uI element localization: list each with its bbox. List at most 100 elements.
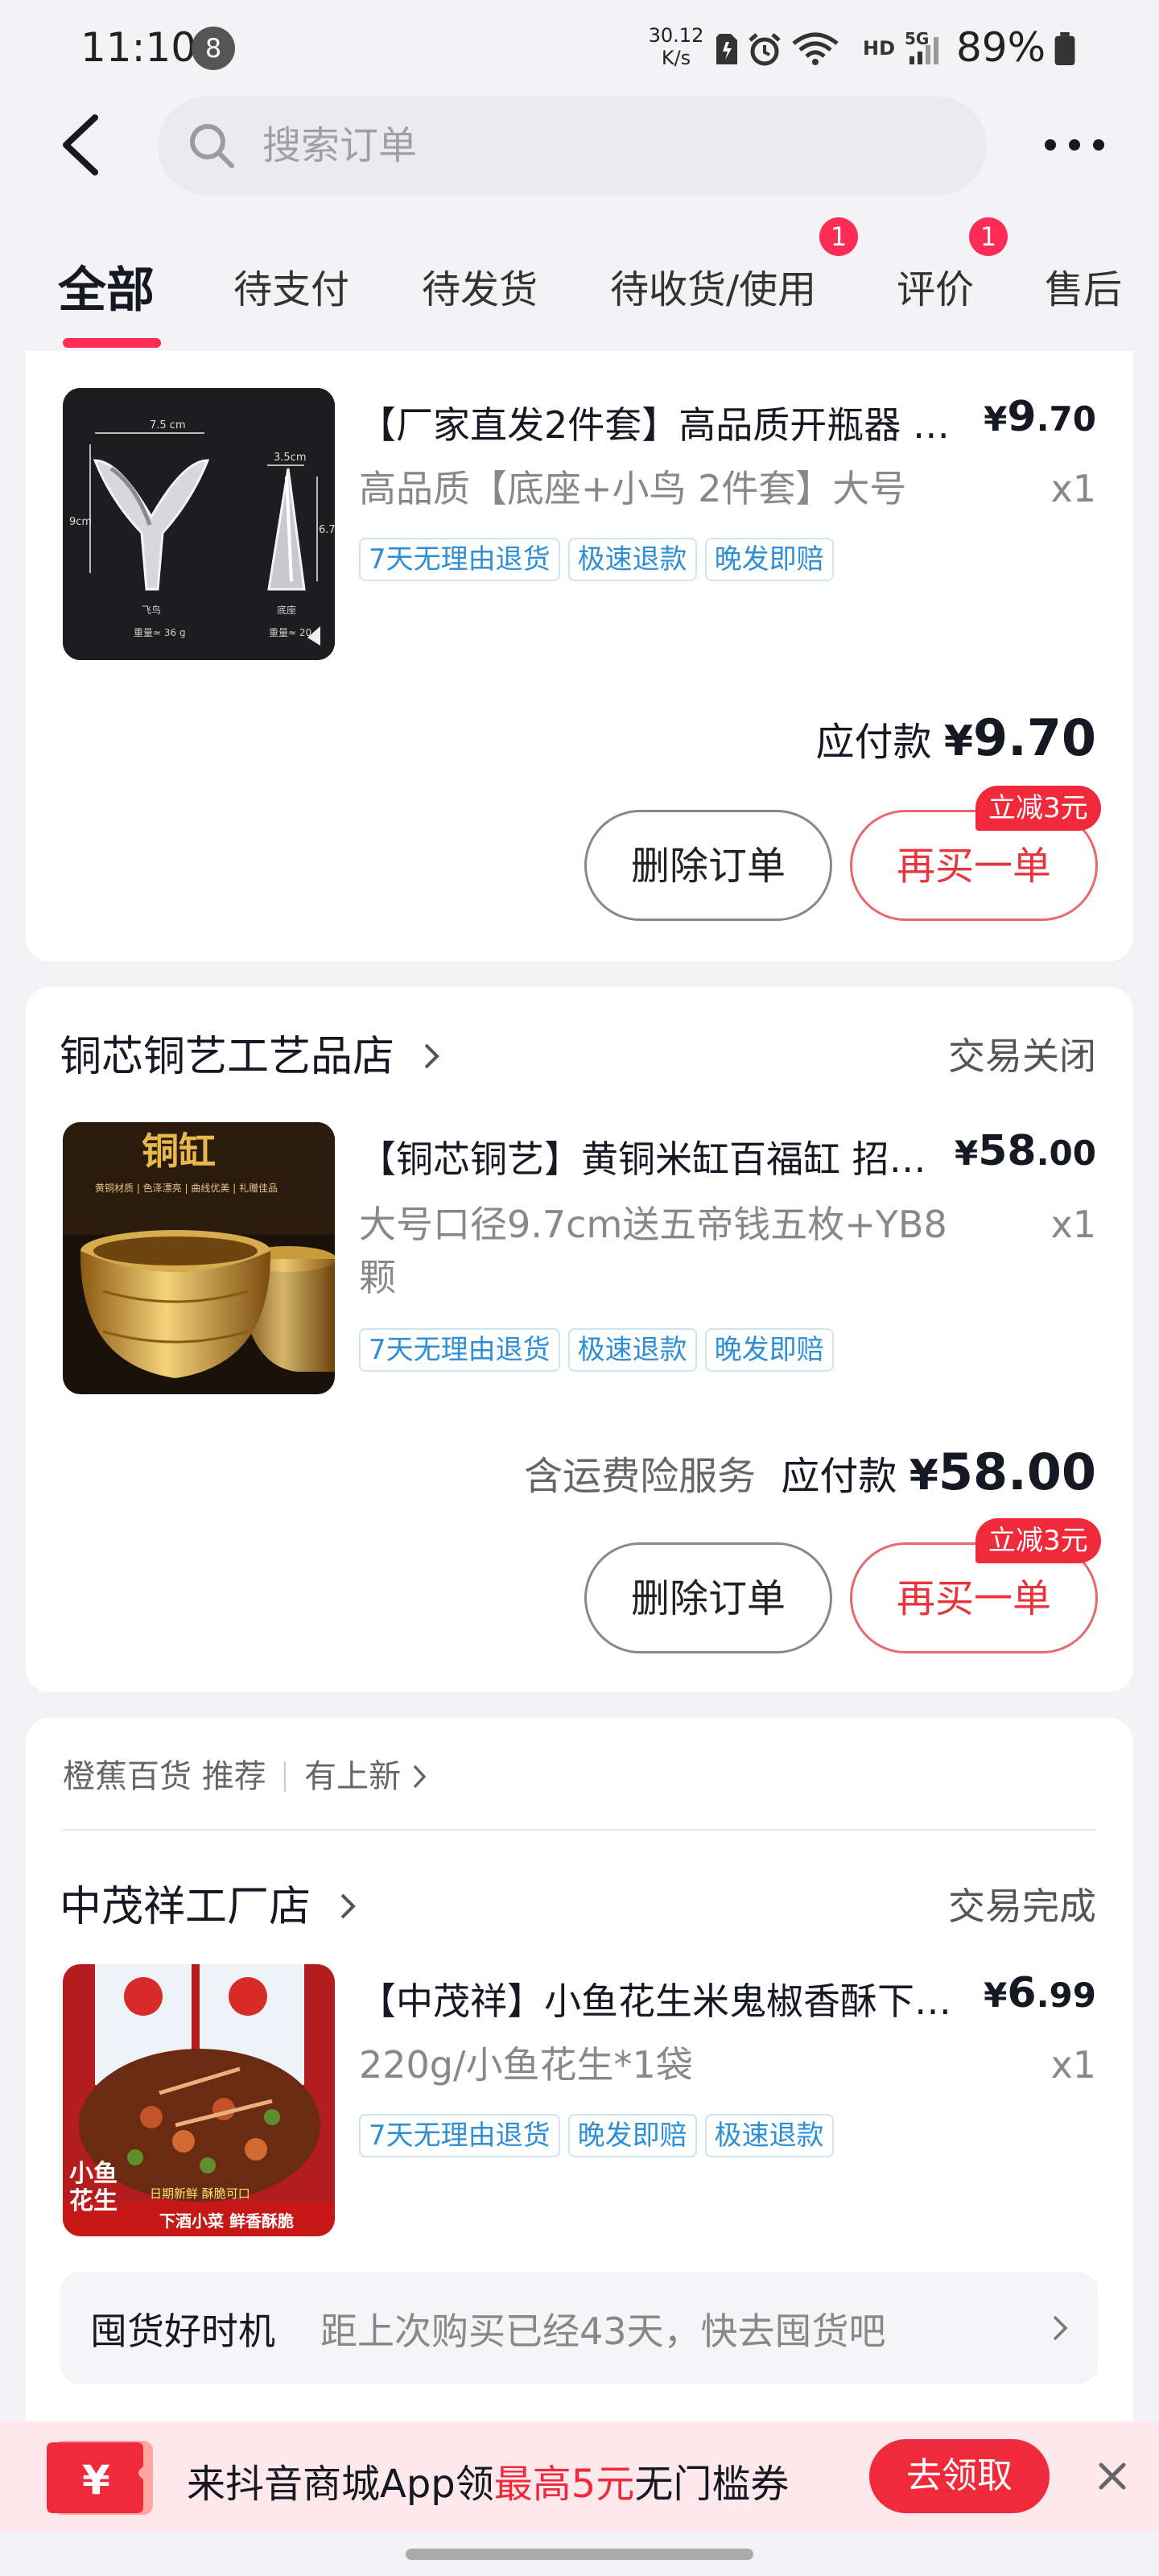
coupon-symbol: ¥ [82, 2457, 110, 2504]
payable-amount: ¥58.00 [909, 1443, 1096, 1501]
product-thumbnail[interactable]: 7.5 cm 3.5cm 9cm 6.7cm 飞鸟 底座 重量≈ 36 g 重量… [63, 388, 335, 660]
service-tag: 极速退款 [704, 2114, 834, 2157]
product-title[interactable]: 【铜芯铜艺】黄铜米缸百福缸 招财摆件 [359, 1130, 955, 1183]
chevron-right-icon [1053, 2315, 1068, 2341]
product-spec: 高品质【底座+小鸟 2件套】大号 [359, 467, 907, 510]
status-bar: 11:10 8 30.12 K/s HD 5G 89% [0, 0, 1159, 97]
tab-pending-shipment[interactable]: 待发货 [422, 258, 538, 314]
tab-pending-payment[interactable]: 待支付 [233, 258, 349, 314]
order-card: 铜芯铜艺工艺品店 交易关闭 铜缸 黄铜材质 | 色泽漂亮 | 曲线优美 | 礼赠… [26, 987, 1133, 1692]
product-price: ¥58.00 [955, 1127, 1096, 1175]
service-tags: 7天无理由退货 晚发即赔 极速退款 [359, 2114, 834, 2157]
signal-icon [909, 37, 938, 64]
delete-order-button[interactable]: 删除订单 [584, 1542, 832, 1653]
product-quantity: x1 [1050, 467, 1097, 510]
currency-symbol: ¥ [984, 399, 1008, 439]
payable-value: 58.00 [938, 1443, 1096, 1501]
payable-amount: ¥9.70 [944, 708, 1096, 767]
close-icon[interactable] [1093, 2457, 1132, 2496]
service-tag: 极速退款 [567, 538, 697, 581]
service-tag: 极速退款 [567, 1328, 697, 1372]
thumb-dim-base-height: 6.7cm [319, 524, 335, 536]
coupon-icon: ¥ [47, 2441, 153, 2515]
search-bar[interactable] [158, 97, 987, 195]
product-title[interactable]: 【中茂祥】小鱼花生米鬼椒香酥下酒小菜 [359, 1972, 979, 2025]
product-thumbnail[interactable]: 铜缸 黄铜材质 | 色泽漂亮 | 曲线优美 | 礼赠佳品 [63, 1122, 335, 1394]
currency-symbol: ¥ [954, 1133, 979, 1173]
coupon-banner[interactable]: ¥ 来抖音商城App领最高5元无门槛券 去领取 [0, 2421, 1159, 2531]
service-tag: 7天无理由退货 [359, 1328, 560, 1372]
currency-symbol: ¥ [984, 1975, 1008, 2015]
price-integer: 6 [1007, 1969, 1037, 2017]
more-options-icon[interactable] [1038, 121, 1111, 169]
network-speed-unit: K/s [661, 47, 691, 69]
tab-pending-receipt[interactable]: 待收货/使用 [610, 258, 816, 314]
thumb-dim-width: 7.5 cm [150, 419, 186, 431]
active-tab-indicator [63, 338, 161, 348]
discount-badge: 立减3元 [975, 786, 1101, 831]
shipping-insurance-note: 含运费险服务 [524, 1454, 757, 1499]
banner-text-prefix: 来抖音商城App领 [187, 2462, 494, 2507]
brass-bowl-image: 铜缸 黄铜材质 | 色泽漂亮 | 曲线优美 | 礼赠佳品 [63, 1122, 335, 1394]
wifi-icon [792, 32, 839, 65]
currency-symbol: ¥ [943, 717, 974, 766]
payable-label: 应付款 [815, 720, 932, 765]
thumb-bottom-label: 下酒小菜 鲜香酥脆 [159, 2211, 294, 2231]
product-thumbnail[interactable]: 小鱼花生 日期新鲜 酥脆可口 下酒小菜 鲜香酥脆 [63, 1964, 335, 2236]
price-decimal: .99 [1036, 1975, 1096, 2015]
recommend-shop-name: 橙蕉百货 [63, 1758, 192, 1795]
search-icon [190, 124, 234, 168]
hd-label: HD [863, 37, 896, 60]
product-title[interactable]: 【厂家直发2件套】高品质开瓶器 飞鸟底座装饰摆件 [359, 396, 979, 449]
thumb-subtitle: 黄铜材质 | 色泽漂亮 | 曲线优美 | 礼赠佳品 [95, 1182, 278, 1194]
notification-count-badge: 8 [192, 27, 235, 70]
delete-order-button[interactable]: 删除订单 [584, 810, 832, 921]
bottle-opener-image: 7.5 cm 3.5cm 9cm 6.7cm 飞鸟 底座 重量≈ 36 g 重量… [63, 388, 335, 660]
product-quantity: x1 [1050, 2043, 1097, 2087]
restock-title: 囤货好时机 [90, 2310, 275, 2353]
product-price: ¥9.70 [984, 393, 1096, 441]
price-integer: 9 [1007, 393, 1037, 441]
claim-coupon-button[interactable]: 去领取 [869, 2439, 1050, 2513]
tab-pending-receipt-badge: 1 [819, 217, 858, 256]
battery-icon [1054, 32, 1075, 66]
thumb-label-base: 底座 [277, 604, 296, 616]
payable-label: 应付款 [781, 1454, 897, 1499]
thumb-top-label: 日期新鲜 酥脆可口 [150, 2186, 250, 2201]
shop-name[interactable]: 中茂祥工厂店 [60, 1872, 358, 1933]
service-tag: 晚发即赔 [704, 1328, 834, 1372]
service-tag: 7天无理由退货 [359, 2114, 560, 2157]
thumb-label-bird: 飞鸟 [142, 604, 161, 616]
recommend-new-label: 有上新 [304, 1758, 402, 1795]
order-status: 交易完成 [948, 1885, 1096, 1928]
discount-badge: 立减3元 [975, 1518, 1101, 1563]
tab-review-badge: 1 [969, 217, 1008, 256]
thumb-dim-height: 9cm [69, 516, 92, 528]
tab-all[interactable]: 全部 [58, 251, 155, 321]
service-tags: 7天无理由退货 极速退款 晚发即赔 [359, 1328, 834, 1372]
service-tags: 7天无理由退货 极速退款 晚发即赔 [359, 538, 834, 581]
chevron-right-icon [413, 1765, 427, 1789]
restock-reminder[interactable]: 囤货好时机 距上次购买已经43天，快去囤货吧 [60, 2272, 1098, 2384]
sim-card-icon [716, 34, 737, 64]
home-indicator[interactable] [406, 2549, 753, 2560]
currency-symbol: ¥ [909, 1451, 938, 1500]
fish-peanut-snack-image: 小鱼花生 日期新鲜 酥脆可口 下酒小菜 鲜香酥脆 [63, 1964, 335, 2236]
product-price: ¥6.99 [984, 1969, 1096, 2017]
chevron-right-icon [340, 1893, 356, 1919]
banner-text: 来抖音商城App领最高5元无门槛券 [187, 2452, 789, 2508]
shop-name[interactable]: 铜芯铜艺工艺品店 [60, 1022, 442, 1083]
tab-review[interactable]: 评价 [897, 258, 974, 314]
price-decimal: .70 [1036, 399, 1096, 439]
shop-name-text: 铜芯铜艺工艺品店 [60, 1033, 395, 1081]
back-arrow-icon[interactable] [56, 113, 105, 177]
search-input[interactable] [262, 97, 955, 195]
order-total: 应付款 ¥9.70 [816, 708, 1096, 767]
restock-description: 距上次购买已经43天，快去囤货吧 [320, 2310, 886, 2353]
tab-after-sales[interactable]: 售后 [1045, 258, 1122, 314]
payable-value: 9.70 [973, 708, 1096, 767]
banner-text-highlight: 最高5元 [493, 2462, 635, 2507]
price-decimal: .00 [1036, 1133, 1096, 1173]
recommend-shop-line[interactable]: 橙蕉百货 推荐 有上新 [63, 1750, 427, 1797]
network-speed-value: 30.12 [648, 24, 704, 47]
